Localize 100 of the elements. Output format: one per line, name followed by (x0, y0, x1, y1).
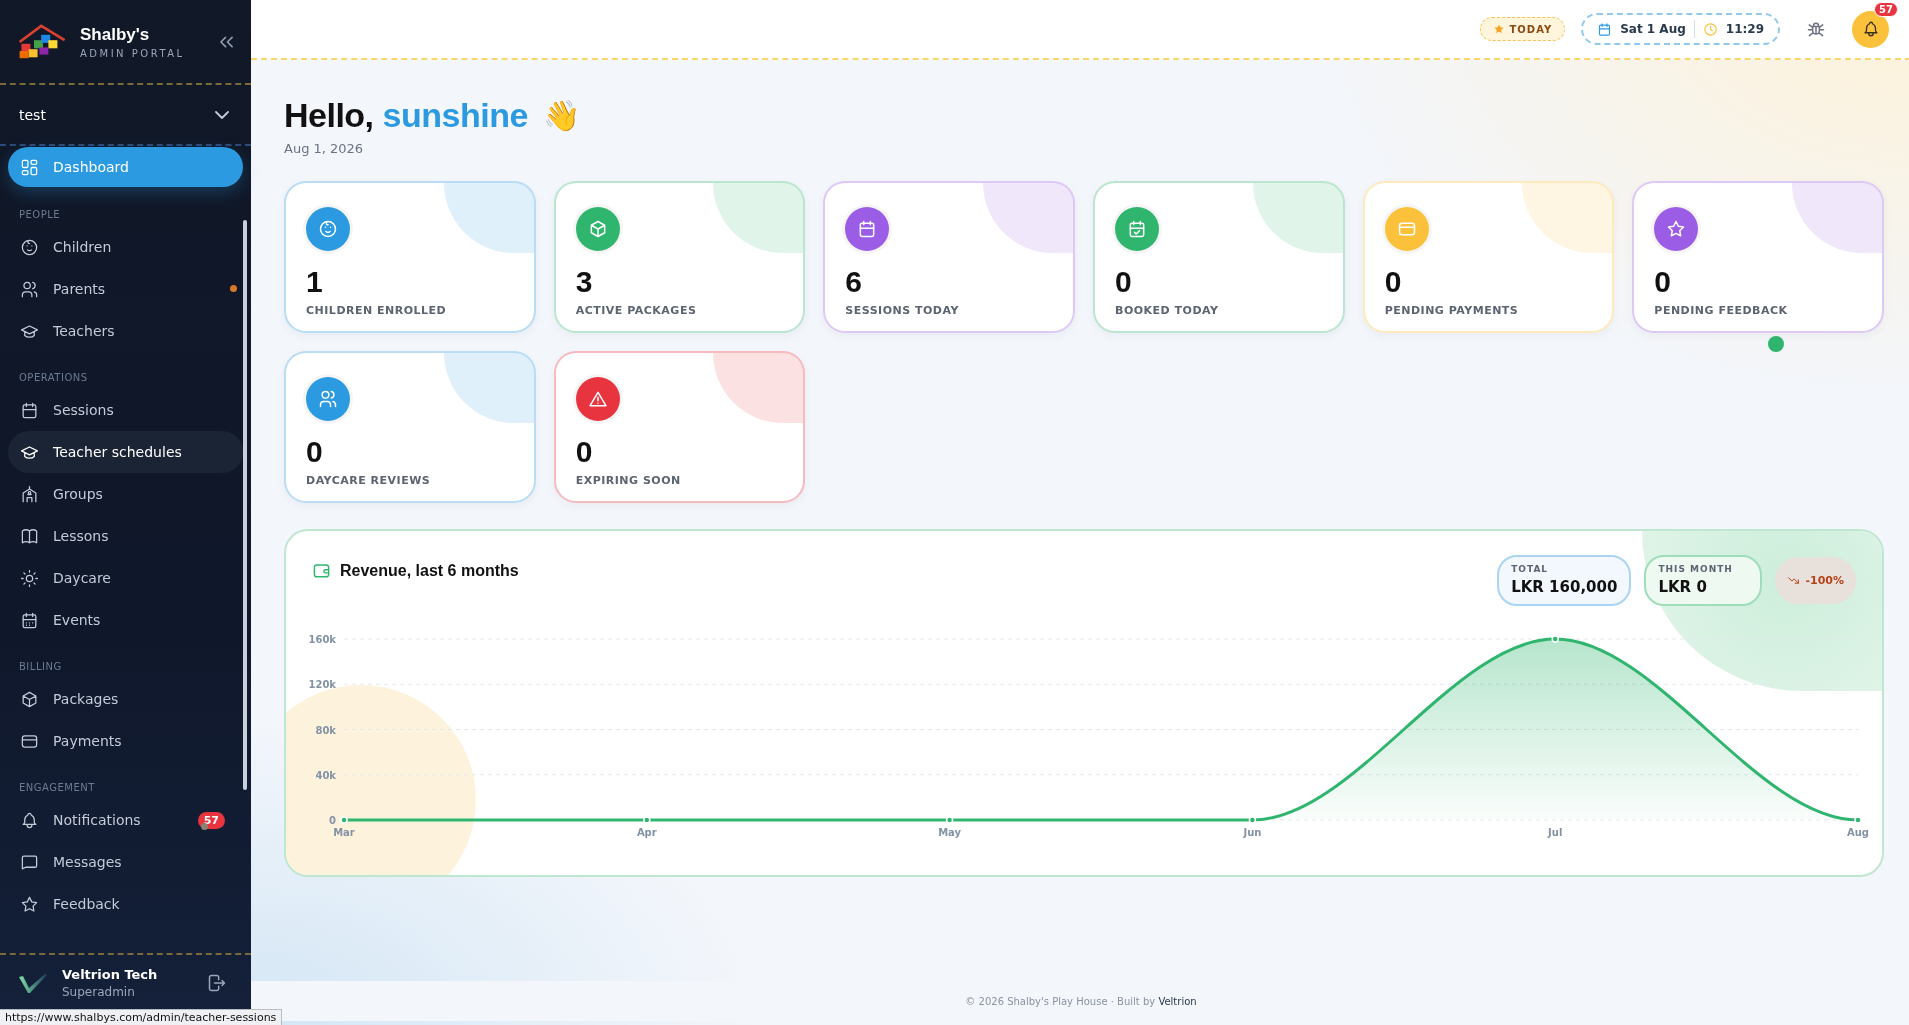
axis-label: 160k (308, 634, 336, 645)
stat-value: 0 (1384, 265, 1403, 299)
book-icon (20, 526, 39, 546)
calendar-check-icon (1127, 219, 1147, 239)
nav-item[interactable]: Teacher schedules (8, 431, 243, 473)
stat-label: BOOKED TODAY (1115, 304, 1220, 317)
calendar-icon (1597, 21, 1613, 37)
sun-icon (20, 568, 39, 588)
waving-hand-icon: 👋 (542, 98, 580, 133)
users-icon (318, 389, 338, 409)
nav-item[interactable]: Teachers (8, 310, 243, 352)
greeting-text: Hello, (284, 96, 374, 135)
star-icon (1666, 219, 1687, 239)
brand-name: Shalby's (80, 24, 151, 45)
user-name: Veltrion Tech (62, 967, 159, 982)
data-point (1854, 816, 1862, 824)
nav-item[interactable]: Sessions (8, 389, 243, 431)
axis-label: Jun (1243, 827, 1262, 838)
box-icon (20, 689, 39, 709)
nav-item[interactable]: Packages (8, 678, 243, 720)
dot (1768, 336, 1785, 352)
nav-item[interactable]: Feedback (8, 883, 243, 925)
data-point (945, 816, 954, 824)
section-heading: PEOPLE (18, 208, 62, 222)
stat-label: CHILDREN ENROLLED (306, 304, 448, 317)
nav-item[interactable]: Parents (8, 268, 243, 310)
today-badge: TODAY (1479, 17, 1566, 41)
building-icon (20, 484, 39, 504)
clock-icon (1702, 21, 1718, 37)
data-point (340, 816, 348, 824)
stat-label: SESSIONS TODAY (845, 304, 960, 317)
nav-item[interactable]: Events (8, 599, 243, 641)
axis-label: 80k (315, 724, 336, 736)
star-icon (20, 894, 39, 914)
card-title: Revenue, last 6 months (340, 561, 519, 580)
stat-value: 0 (1115, 265, 1133, 299)
stat-value: 0 (1654, 265, 1672, 299)
check-logo-icon (18, 971, 48, 995)
stat-value: 0 (575, 435, 594, 469)
axis-label: May (938, 827, 962, 838)
scrollbar[interactable] (243, 220, 247, 790)
status-url: https://www.shalbys.com/admin/teacher-sessions (5, 1011, 277, 1024)
data-point (1551, 635, 1559, 643)
nav-item[interactable]: Daycare (8, 557, 243, 599)
logout-button[interactable] (207, 973, 227, 993)
bell-icon (1861, 20, 1880, 38)
bug-icon (1806, 19, 1826, 39)
star-icon (1492, 23, 1505, 35)
time-text: 11:29 (1725, 22, 1764, 36)
child-face-icon (20, 237, 39, 257)
count-badge: 57 (197, 811, 225, 829)
section-heading: BILLING (18, 660, 63, 674)
grid-icon (20, 157, 39, 177)
calendar-icon (20, 400, 39, 420)
footer-link[interactable]: Veltrion (1158, 995, 1197, 1007)
axis-label: Jul (1548, 827, 1563, 838)
stat-value: 3 (575, 265, 594, 299)
logout-icon (207, 973, 227, 993)
wallet-icon (312, 561, 331, 580)
stat-value: 6 (845, 265, 863, 299)
count-badge: 57 (1874, 1, 1898, 17)
warning-icon (587, 389, 608, 409)
nav-item[interactable]: Payments (8, 720, 243, 762)
chevrons-left-icon (220, 35, 233, 48)
summary-value: LKR 160,000 (1511, 578, 1618, 596)
axis-label: 120k (308, 679, 336, 691)
date-text: Sat 1 Aug (1620, 22, 1686, 36)
section-heading: OPERATIONS (18, 371, 89, 385)
child-face-icon (318, 219, 338, 239)
nav-item[interactable]: Lessons (8, 515, 243, 557)
collapse-button[interactable] (218, 33, 235, 50)
stat-label: PENDING FEEDBACK (1654, 304, 1789, 317)
section-heading: ENGAGEMENT (18, 781, 96, 795)
bell-icon (20, 810, 39, 830)
nav-item[interactable]: Groups (8, 473, 243, 515)
summary-label: TOTAL (1511, 564, 1550, 574)
stat-label: PENDING PAYMENTS (1384, 304, 1520, 317)
user-role: Superadmin (62, 985, 136, 999)
stat-value: 1 (306, 265, 324, 299)
axis-label: Mar (333, 827, 355, 838)
stat-label: ACTIVE PACKAGES (575, 304, 698, 317)
data-point (1248, 816, 1257, 824)
summary-label: THIS MONTH (1658, 564, 1734, 574)
stat-label: DAYCARE REVIEWS (306, 474, 432, 487)
users-icon (20, 279, 39, 299)
card-icon (1396, 219, 1417, 239)
chevron-down-icon (215, 110, 229, 119)
axis-label: Aug (1847, 827, 1869, 838)
axis-label: Apr (636, 827, 657, 838)
nav-item[interactable]: Notifications 57 (8, 799, 243, 841)
summary-value: LKR 0 (1658, 578, 1708, 596)
data-point (643, 816, 651, 824)
footer-text: © 2026 Shalby's Play House · Built by (965, 995, 1157, 1007)
calendar-icon (20, 610, 39, 630)
axis-label: 0 (329, 815, 336, 826)
nav-item[interactable]: Messages (8, 841, 243, 883)
brand-subtitle: ADMIN PORTAL (80, 47, 186, 59)
axis-label: 40k (315, 769, 336, 781)
stat-value: 0 (306, 435, 324, 469)
nav-item[interactable]: Children (8, 226, 243, 268)
